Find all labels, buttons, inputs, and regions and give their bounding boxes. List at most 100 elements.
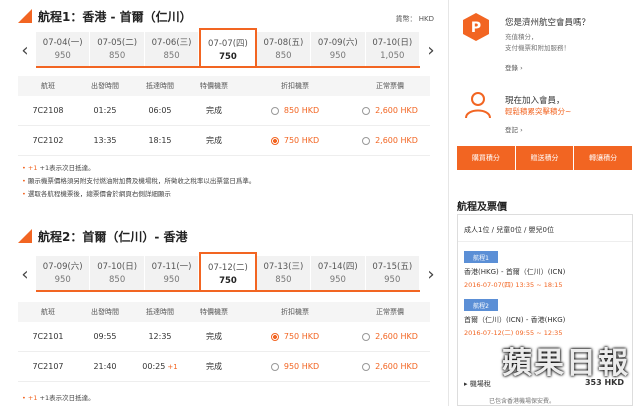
radio-icon[interactable] [270, 106, 279, 115]
next-day-mark: +1 [167, 363, 178, 371]
date-option[interactable]: 07-14(四) 950 [311, 256, 366, 290]
segment2-title: 航程2：首爾（仁川）- 香港 [38, 229, 188, 244]
note-text: 選取各航程機票後，總票價會於網頁右側詳細顯示 [25, 190, 171, 198]
discount-fare-option[interactable]: 750 HKD [240, 332, 350, 341]
seg2-tag: 航程2 [464, 299, 498, 311]
summary-title: 航程及票價 [457, 202, 507, 213]
column-header: 抵達時間 [146, 82, 174, 90]
login-link[interactable]: 登錄 › [505, 62, 523, 72]
date-option[interactable]: 07-09(六) 950 [36, 256, 91, 290]
normal-fare-option[interactable]: 2,600 HKD [350, 106, 430, 115]
segment1-flight-table: 航班 出發時間 抵達時間 特價機票 折扣機票 正常票價 7C2108 01:25 06:05 完成… [18, 76, 430, 156]
date-label: 07-06(三) [151, 38, 192, 48]
date-option[interactable]: 07-05(二) 850 [90, 32, 145, 66]
date-option[interactable]: 07-12(二) 750 [199, 252, 257, 292]
table-header: 航班 出發時間 抵達時間 特價機票 折扣機票 正常票價 [18, 76, 430, 96]
discount-price: 850 HKD [283, 106, 320, 115]
special-fare-status: 完成 [206, 362, 222, 371]
segment-flag-icon [18, 229, 32, 243]
buy-points-tab[interactable]: 購買積分 [457, 146, 516, 170]
note-line: • +1 +1表示次日抵達。 [22, 162, 255, 175]
radio-icon[interactable] [362, 136, 371, 145]
date-option[interactable]: 07-15(五) 950 [366, 256, 420, 290]
date-label: 07-13(三) [263, 262, 304, 272]
radio-icon[interactable] [362, 362, 371, 371]
segment2-notes: • +1 +1表示次日抵達。 [22, 392, 95, 405]
date-option[interactable]: 07-04(一) 950 [36, 32, 91, 66]
gift-points-tab[interactable]: 贈送積分 [515, 146, 575, 170]
table-row: 7C2108 01:25 06:05 完成 850 HKD 2,600 HKD [18, 96, 430, 126]
date-label: 07-05(二) [97, 38, 138, 48]
table-row: 7C2101 09:55 12:35 完成 750 HKD 2,600 HKD [18, 322, 430, 352]
radio-icon[interactable] [270, 362, 279, 371]
table-row: 7C2107 21:40 00:25 +1 完成 950 HKD 2,600 HKD [18, 352, 430, 382]
date-label: 07-14(四) [317, 262, 358, 272]
date-price: 850 [109, 51, 126, 61]
discount-fare-option[interactable]: 950 HKD [240, 362, 350, 371]
note-text: 顯示機票價格須另附支付燃油附加費及機場稅，所徵收之稅率以出票當日爲準。 [25, 177, 256, 185]
arrival-time: 00:25 [142, 362, 166, 371]
svg-text:P: P [471, 20, 481, 36]
date-option[interactable]: 07-10(日) 1,050 [366, 32, 420, 66]
normal-price: 2,600 HKD [375, 106, 418, 115]
special-fare-status: 完成 [206, 332, 222, 341]
special-fare-status: 完成 [206, 136, 222, 145]
discount-price: 750 HKD [283, 136, 320, 145]
prev-dates-arrow-icon[interactable]: ‹ [18, 260, 32, 288]
points-tabs: 購買積分 贈送積分 轉讓積分 [457, 146, 634, 170]
segment2-date-strip: 07-09(六) 950 07-10(日) 850 07-11(一) 950 07-12(二… [36, 252, 420, 292]
date-option[interactable]: 07-08(五) 850 [257, 32, 312, 66]
date-strip-underline [36, 290, 420, 292]
radio-icon[interactable] [362, 106, 371, 115]
radio-icon[interactable] [270, 136, 279, 145]
segment2-date-row: ‹ 07-09(六) 950 07-10(日) 850 07-11(一) 950 07-12… [18, 252, 438, 296]
date-price: 750 [219, 52, 237, 62]
segment-flag-icon [18, 9, 32, 23]
departure-time: 13:35 [93, 136, 117, 145]
arrival-time: 12:35 [148, 332, 172, 341]
normal-fare-option[interactable]: 2,600 HKD [350, 332, 430, 341]
person-icon [465, 92, 491, 119]
date-price: 750 [219, 276, 237, 286]
column-header: 航班 [41, 82, 55, 90]
date-option[interactable]: 07-11(一) 950 [145, 256, 200, 290]
footer-note: 已包含香港機場保安費。 [489, 398, 556, 405]
note-bullet: • +1 [22, 164, 38, 172]
segment1-date-strip: 07-04(一) 950 07-05(二) 850 07-06(三) 850 07-07(四… [36, 28, 420, 68]
date-price: 950 [163, 275, 180, 285]
arrival-cell: 06:05 [132, 106, 188, 115]
flight-number: 7C2101 [32, 332, 64, 341]
table-row: 7C2102 13:35 18:15 完成 750 HKD 2,600 HKD [18, 126, 430, 156]
date-label: 07-10(日) [372, 38, 413, 48]
transfer-points-tab[interactable]: 轉讓積分 [574, 146, 634, 170]
register-link[interactable]: 登記 › [505, 124, 523, 134]
date-price: 950 [384, 275, 401, 285]
date-option[interactable]: 07-10(日) 850 [90, 256, 145, 290]
discount-fare-option[interactable]: 750 HKD [240, 136, 350, 145]
departure-time: 21:40 [93, 362, 117, 371]
seg2-route: 首爾（仁川）(ICN) - 香港(HKG) [464, 316, 566, 324]
note-bullet: • +1 [22, 394, 38, 402]
radio-icon[interactable] [362, 332, 371, 341]
normal-fare-option[interactable]: 2,600 HKD [350, 136, 430, 145]
date-price: 850 [275, 51, 292, 61]
radio-icon[interactable] [270, 332, 279, 341]
segment1-date-row: ‹ 07-04(一) 950 07-05(二) 850 07-06(三) 850 07-07… [18, 28, 438, 72]
seg1-tag: 航程1 [464, 251, 498, 263]
discount-fare-option[interactable]: 850 HKD [240, 106, 350, 115]
member-sub2: 支付機票和附加服務！ [505, 44, 570, 52]
discount-price: 950 HKD [283, 362, 320, 371]
next-dates-arrow-icon[interactable]: › [424, 36, 438, 64]
date-option[interactable]: 07-09(六) 950 [311, 32, 366, 66]
passenger-count: 成人1位 / 兒童0位 / 嬰兒0位 [464, 226, 554, 234]
next-dates-arrow-icon[interactable]: › [424, 260, 438, 288]
normal-fare-option[interactable]: 2,600 HKD [350, 362, 430, 371]
date-option[interactable]: 07-13(三) 850 [257, 256, 312, 290]
member-question: 您是濟州航空會員嗎？ [505, 18, 591, 28]
prev-dates-arrow-icon[interactable]: ‹ [18, 36, 32, 64]
date-label: 07-15(五) [372, 262, 413, 272]
date-option[interactable]: 07-06(三) 850 [145, 32, 200, 66]
date-option[interactable]: 07-07(四) 750 [199, 28, 257, 68]
arrival-cell: 00:25 +1 [132, 362, 188, 371]
tax-label[interactable]: ▸ 機場稅 [464, 379, 491, 389]
